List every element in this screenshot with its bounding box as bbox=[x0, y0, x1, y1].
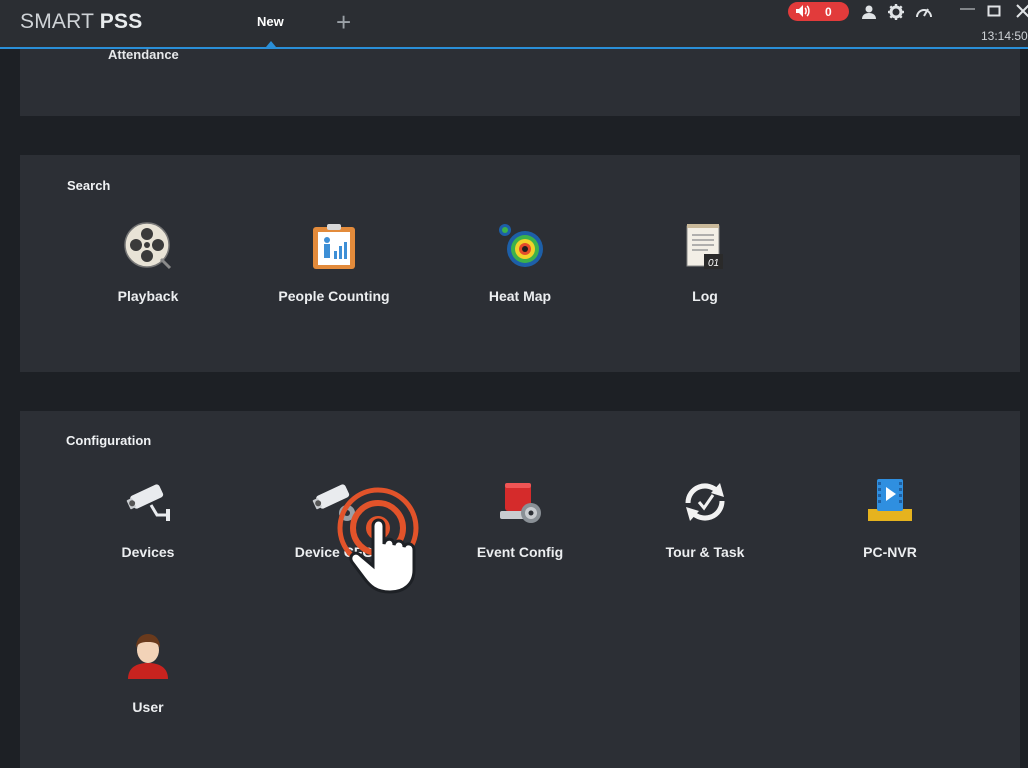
log-label: Log bbox=[692, 288, 718, 304]
camera-icon bbox=[126, 484, 170, 521]
user-icon bbox=[128, 634, 168, 679]
log-tile[interactable]: 01 Log bbox=[620, 221, 790, 331]
tap-gesture-overlay bbox=[337, 487, 419, 594]
app-logo: SMART PSS bbox=[20, 10, 143, 33]
people-counting-label: People Counting bbox=[278, 288, 390, 304]
clock: 13:14:50 bbox=[981, 29, 1028, 43]
configuration-section-title: Configuration bbox=[66, 433, 152, 448]
active-tab-indicator bbox=[266, 41, 276, 47]
performance-gauge-icon[interactable] bbox=[915, 3, 933, 21]
devices-tile[interactable]: Devices bbox=[63, 477, 233, 587]
tab-new[interactable]: New bbox=[257, 14, 284, 29]
title-bar: SMART PSS New + 0 — 13:14:50 bbox=[0, 0, 1028, 49]
log-icon: 01 bbox=[686, 224, 723, 269]
tour-task-tile[interactable]: Tour & Task bbox=[620, 477, 790, 587]
user-account-icon[interactable] bbox=[860, 3, 878, 21]
playback-label: Playback bbox=[117, 288, 179, 304]
heat-map-tile[interactable]: Heat Map bbox=[435, 221, 605, 331]
user-label: User bbox=[132, 699, 164, 715]
event-config-label: Event Config bbox=[476, 544, 564, 560]
devices-label: Devices bbox=[121, 544, 175, 560]
heat-map-label: Heat Map bbox=[488, 288, 552, 304]
tour-task-icon bbox=[685, 483, 725, 521]
playback-tile[interactable]: Playback bbox=[63, 221, 233, 331]
alarm-count: 0 bbox=[825, 5, 832, 19]
configuration-panel: Configuration Devices Device CFG Event C… bbox=[20, 411, 1020, 768]
search-panel: Search Playback People Counting Heat Map… bbox=[20, 155, 1020, 372]
pc-nvr-tile[interactable]: PC-NVR bbox=[805, 477, 975, 587]
alarm-button[interactable]: 0 bbox=[788, 2, 849, 21]
siren-icon bbox=[500, 483, 541, 523]
svg-text:01: 01 bbox=[708, 258, 719, 269]
event-config-tile[interactable]: Event Config bbox=[435, 477, 605, 587]
maximize-button[interactable] bbox=[987, 4, 1001, 18]
gear-icon[interactable] bbox=[887, 3, 905, 21]
search-section-title: Search bbox=[67, 178, 111, 193]
pc-nvr-icon bbox=[868, 479, 912, 521]
people-counting-icon bbox=[313, 224, 355, 269]
close-button[interactable] bbox=[1016, 4, 1028, 18]
heat-map-icon bbox=[499, 224, 543, 267]
tour-task-label: Tour & Task bbox=[665, 544, 745, 560]
user-tile[interactable]: User bbox=[63, 632, 233, 742]
film-reel-icon bbox=[124, 222, 172, 270]
minimize-button[interactable]: — bbox=[960, 0, 975, 17]
people-counting-tile[interactable]: People Counting bbox=[249, 221, 419, 331]
attendance-item[interactable]: Attendance bbox=[108, 47, 179, 62]
speaker-icon bbox=[796, 5, 810, 17]
pc-nvr-label: PC-NVR bbox=[863, 544, 917, 560]
add-tab-button[interactable]: + bbox=[336, 9, 351, 35]
